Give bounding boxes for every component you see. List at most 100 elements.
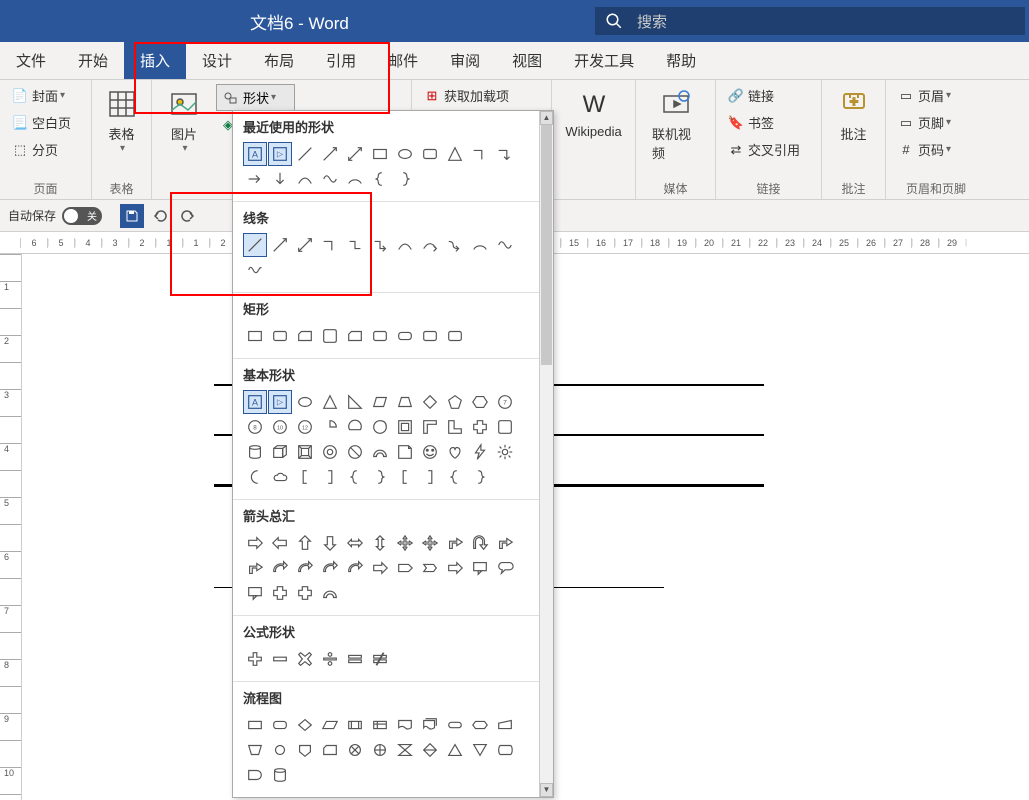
shape-bevel[interactable] bbox=[293, 440, 317, 464]
shape-callR[interactable] bbox=[468, 556, 492, 580]
shape-fcPred[interactable] bbox=[343, 713, 367, 737]
shape-rrect[interactable] bbox=[418, 324, 442, 348]
shape-fcPrep[interactable] bbox=[468, 713, 492, 737]
shape-moon[interactable] bbox=[243, 465, 267, 489]
page-number-button[interactable]: #页码▾ bbox=[894, 138, 978, 161]
shape-braceL[interactable] bbox=[368, 167, 392, 191]
tab-file[interactable]: 文件 bbox=[0, 42, 62, 79]
shape-rect[interactable] bbox=[243, 324, 267, 348]
shape-Lshape[interactable] bbox=[443, 415, 467, 439]
shape-fcMerge[interactable] bbox=[468, 738, 492, 762]
shape-ar4[interactable] bbox=[393, 531, 417, 555]
shape-bolt[interactable] bbox=[468, 440, 492, 464]
shape-blockArc[interactable] bbox=[318, 581, 342, 605]
shape-brackR[interactable] bbox=[318, 465, 342, 489]
shape-fcProc[interactable] bbox=[243, 713, 267, 737]
shape-fcOff[interactable] bbox=[293, 738, 317, 762]
shape-arCurve[interactable] bbox=[318, 556, 342, 580]
undo-button[interactable] bbox=[148, 204, 172, 228]
shape-callR[interactable] bbox=[243, 581, 267, 605]
tab-design[interactable]: 设计 bbox=[186, 42, 248, 79]
shape-hex[interactable] bbox=[468, 390, 492, 414]
shape-fcDec[interactable] bbox=[293, 713, 317, 737]
link-button[interactable]: 🔗链接 bbox=[724, 84, 813, 107]
shape-cross[interactable] bbox=[468, 415, 492, 439]
shape-textA[interactable]: A bbox=[243, 142, 267, 166]
shape-rect[interactable] bbox=[368, 142, 392, 166]
shape-ellipse[interactable] bbox=[293, 390, 317, 414]
shape-eqDiv[interactable] bbox=[318, 647, 342, 671]
shape-lineD[interactable] bbox=[343, 142, 367, 166]
shape-rrect[interactable] bbox=[368, 324, 392, 348]
shape-fold[interactable] bbox=[393, 440, 417, 464]
shape-para[interactable] bbox=[368, 390, 392, 414]
shape-curve[interactable] bbox=[393, 233, 417, 257]
shape-sun[interactable] bbox=[493, 440, 517, 464]
shape-eqMin[interactable] bbox=[268, 647, 292, 671]
shape-fcManOp[interactable] bbox=[243, 738, 267, 762]
shape-lineD[interactable] bbox=[293, 233, 317, 257]
shape-arBlL[interactable] bbox=[268, 531, 292, 555]
autosave-toggle[interactable]: 自动保存 关 bbox=[8, 207, 108, 225]
shape-fcDoc[interactable] bbox=[393, 713, 417, 737]
shape-arrowD[interactable] bbox=[268, 167, 292, 191]
get-addins-button[interactable]: ⊞获取加载项 bbox=[420, 84, 543, 107]
shape-rrect[interactable] bbox=[418, 142, 442, 166]
shape-arrowR[interactable] bbox=[243, 167, 267, 191]
shape-braceR[interactable] bbox=[368, 465, 392, 489]
shape-ar4[interactable] bbox=[418, 531, 442, 555]
shape-fcCard[interactable] bbox=[293, 324, 317, 348]
online-video-button[interactable]: 联机视频 bbox=[644, 84, 707, 166]
shape-blockArc[interactable] bbox=[368, 440, 392, 464]
shape-conn2[interactable] bbox=[368, 233, 392, 257]
comment-button[interactable]: + 批注 bbox=[830, 84, 877, 147]
shape-plaque[interactable] bbox=[493, 415, 517, 439]
shape-elbow[interactable] bbox=[318, 233, 342, 257]
shape-fcStor[interactable] bbox=[493, 738, 517, 762]
shape-line[interactable] bbox=[243, 233, 267, 257]
shape-arCurve[interactable] bbox=[343, 556, 367, 580]
bookmark-button[interactable]: 🔖书签 bbox=[724, 111, 813, 134]
shape-noSym[interactable] bbox=[343, 440, 367, 464]
shape-chord[interactable] bbox=[343, 415, 367, 439]
shape-arBent[interactable] bbox=[443, 531, 467, 555]
shape-rrect[interactable] bbox=[268, 324, 292, 348]
vertical-ruler[interactable]: 1234567891011121314 bbox=[0, 254, 22, 800]
shape-lineA[interactable] bbox=[268, 233, 292, 257]
shape-arBlR[interactable] bbox=[443, 556, 467, 580]
shape-elbowA[interactable] bbox=[493, 142, 517, 166]
shape-fcColl[interactable] bbox=[393, 738, 417, 762]
shape-eqMul[interactable] bbox=[293, 647, 317, 671]
header-button[interactable]: ▭页眉▾ bbox=[894, 84, 978, 107]
shape-fcMulti[interactable] bbox=[418, 713, 442, 737]
shape-cube[interactable] bbox=[268, 440, 292, 464]
shape-arBent[interactable] bbox=[243, 556, 267, 580]
shape-plaque[interactable] bbox=[318, 324, 342, 348]
tab-references[interactable]: 引用 bbox=[310, 42, 372, 79]
shape-can[interactable] bbox=[268, 763, 292, 787]
tab-insert[interactable]: 插入 bbox=[124, 42, 186, 79]
shape-curve[interactable] bbox=[293, 167, 317, 191]
footer-button[interactable]: ▭页脚▾ bbox=[894, 111, 978, 134]
shapes-button[interactable]: 形状▾ bbox=[216, 84, 295, 111]
shape-dec[interactable]: 10 bbox=[268, 415, 292, 439]
shape-frame[interactable] bbox=[393, 415, 417, 439]
shape-can[interactable] bbox=[243, 440, 267, 464]
shape-pie[interactable] bbox=[318, 415, 342, 439]
tab-developer[interactable]: 开发工具 bbox=[558, 42, 650, 79]
shape-smile[interactable] bbox=[418, 440, 442, 464]
cover-page-button[interactable]: 📄封面▾ bbox=[8, 84, 83, 107]
shape-fcExt[interactable] bbox=[443, 738, 467, 762]
shape-fcOr[interactable] bbox=[368, 738, 392, 762]
shape-fcConn[interactable] bbox=[268, 738, 292, 762]
shape-fcSort[interactable] bbox=[418, 738, 442, 762]
shape-conn1[interactable] bbox=[343, 233, 367, 257]
shape-tri[interactable] bbox=[318, 390, 342, 414]
shape-fcManIn[interactable] bbox=[493, 713, 517, 737]
shape-eqEq[interactable] bbox=[343, 647, 367, 671]
shape-textV[interactable]: ▷ bbox=[268, 390, 292, 414]
wikipedia-button[interactable]: W Wikipedia bbox=[560, 84, 627, 143]
shape-line[interactable] bbox=[293, 142, 317, 166]
shape-braceL[interactable] bbox=[343, 465, 367, 489]
shape-fcCard[interactable] bbox=[343, 324, 367, 348]
